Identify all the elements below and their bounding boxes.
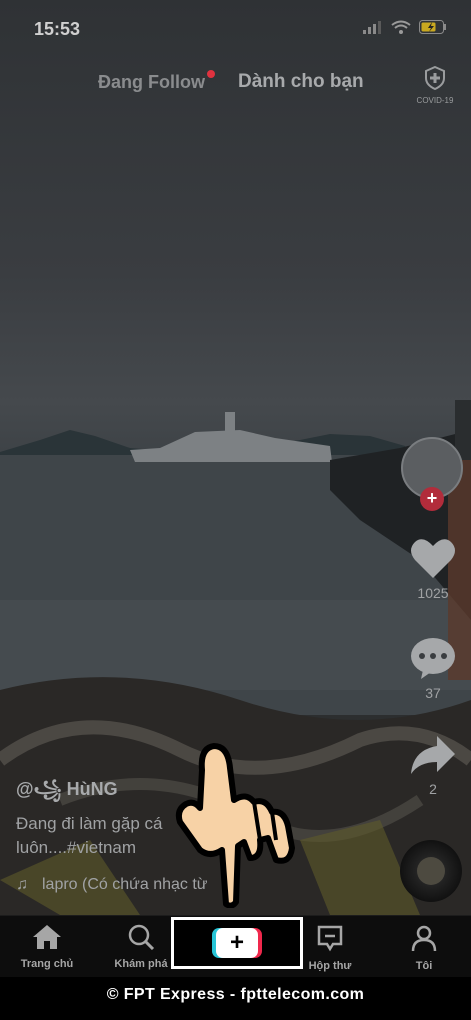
- follow-plus-button[interactable]: +: [420, 487, 444, 511]
- comment-count: 37: [425, 685, 441, 701]
- status-bar: 15:53: [0, 0, 471, 58]
- create-highlight: +: [171, 917, 303, 969]
- share-icon: [411, 736, 455, 774]
- profile-icon: [411, 925, 437, 952]
- status-icons: [363, 20, 447, 34]
- inbox-icon: [317, 925, 343, 952]
- search-icon: [128, 924, 155, 951]
- feed-tabs: Đang Follow Dành cho bạn COVID-19: [0, 65, 471, 105]
- disc-cover: [417, 857, 445, 885]
- tab-following-label: Đang Follow: [98, 72, 205, 92]
- nav-home-label: Trang chủ: [20, 958, 74, 970]
- nav-discover[interactable]: Khám phá: [103, 924, 179, 970]
- notification-dot: [207, 70, 215, 78]
- hand-pointer-icon: [175, 743, 295, 908]
- nav-inbox-label: Hộp thư: [308, 960, 352, 972]
- tab-for-you[interactable]: Dành cho bạn: [238, 71, 364, 93]
- shield-icon: [425, 65, 445, 91]
- share-count: 2: [429, 781, 437, 797]
- heart-icon: [411, 539, 455, 578]
- nav-inbox[interactable]: Hộp thư: [292, 924, 368, 972]
- share-button[interactable]: 2: [400, 734, 466, 797]
- nav-profile[interactable]: Tôi: [386, 924, 462, 972]
- like-button[interactable]: 1025: [400, 536, 466, 601]
- nav-profile-label: Tôi: [415, 960, 433, 972]
- covid-button[interactable]: COVID-19: [412, 65, 458, 105]
- tab-following[interactable]: Đang Follow: [98, 70, 215, 93]
- music-disc[interactable]: [400, 840, 462, 902]
- wifi-icon: [391, 20, 411, 34]
- watermark: © FPT Express - fpttelecom.com: [106, 986, 365, 1003]
- like-count: 1025: [417, 585, 449, 601]
- battery-icon: [419, 20, 446, 34]
- covid-label: COVID-19: [416, 96, 454, 105]
- comment-button[interactable]: 37: [400, 636, 466, 701]
- create-button[interactable]: +: [212, 928, 262, 958]
- nav-home[interactable]: Trang chủ: [9, 924, 85, 970]
- status-time: 15:53: [34, 19, 81, 39]
- music-note-icon: ♫: [16, 876, 28, 893]
- signal-icon: [363, 21, 381, 34]
- nav-discover-label: Khám phá: [114, 958, 168, 970]
- create-button-plus: +: [216, 928, 258, 958]
- creator-username[interactable]: @꧁ HùNG: [16, 776, 118, 812]
- home-icon: [33, 925, 61, 949]
- comment-icon: [411, 638, 455, 679]
